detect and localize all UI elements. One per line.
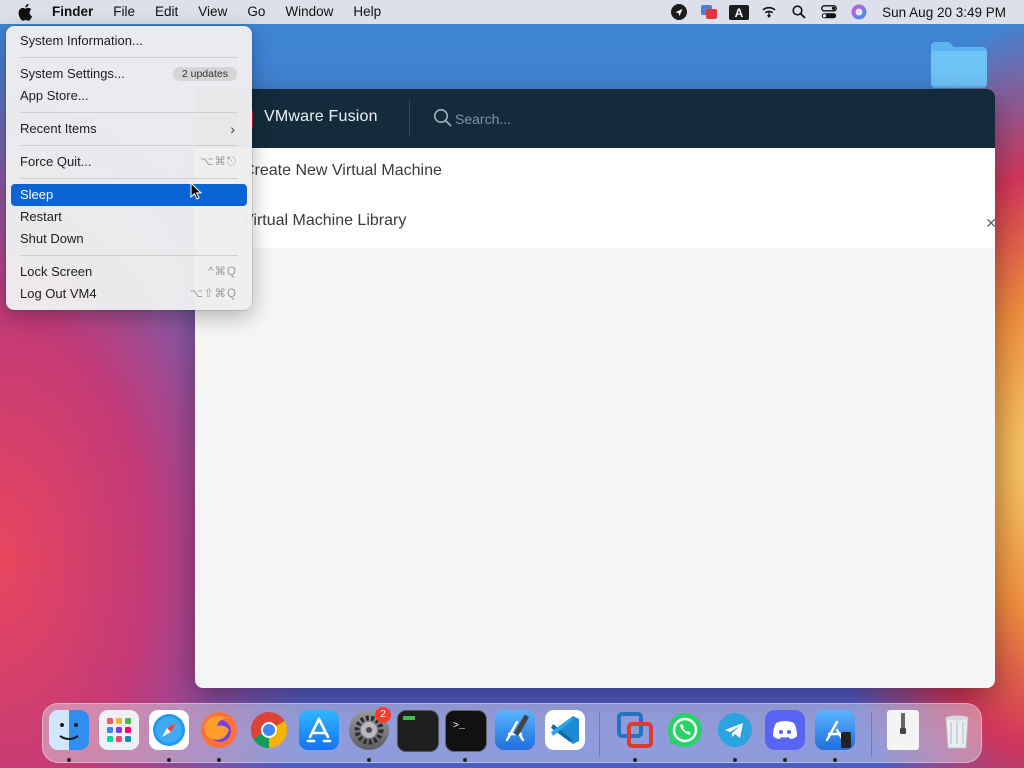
running-indicator (733, 758, 737, 762)
dock-separator (871, 712, 872, 756)
dock-simulator-icon[interactable] (815, 710, 855, 750)
menu-item-restart[interactable]: Restart (11, 206, 247, 228)
menu-window[interactable]: Window (275, 0, 343, 24)
siri-icon[interactable] (844, 0, 874, 24)
dock-vmware-fusion-icon[interactable] (615, 710, 655, 750)
svg-text:>_: >_ (453, 721, 466, 732)
create-new-vm-item[interactable]: Create New Virtual Machine (243, 157, 442, 185)
dock-whatsapp-icon[interactable] (665, 710, 705, 750)
svg-text:A: A (735, 6, 744, 20)
menubar-clock[interactable]: Sun Aug 20 3:49 PM (874, 5, 1024, 20)
lock-screen-shortcut: ^⌘Q (208, 266, 237, 278)
dock-telegram-icon[interactable] (715, 710, 755, 750)
apple-menu-icon[interactable] (0, 0, 52, 24)
menu-item-shut-down[interactable]: Shut Down (11, 228, 247, 250)
menu-item-system-settings[interactable]: System Settings... 2 updates (11, 63, 247, 85)
menu-separator (20, 178, 238, 179)
updates-badge: 2 updates (172, 67, 237, 81)
menu-item-label: Force Quit... (20, 154, 92, 169)
menu-item-label: System Information... (20, 33, 143, 48)
close-icon[interactable]: ✕ (985, 215, 995, 232)
vmware-title: VMware Fusion (264, 108, 378, 125)
chevron-right-icon: › (230, 121, 235, 137)
vm-library-item[interactable]: Virtual Machine Library (243, 207, 406, 235)
dock-safari-icon[interactable] (149, 710, 189, 750)
running-indicator (633, 758, 637, 762)
vm-search-input[interactable] (453, 107, 737, 131)
dock-app-store-icon[interactable] (299, 710, 339, 750)
menu-item-app-store[interactable]: App Store... (11, 85, 247, 107)
menu-item-label: Restart (20, 209, 62, 224)
running-indicator (367, 758, 371, 762)
spotlight-search-icon[interactable] (784, 0, 814, 24)
dock-vscode-icon[interactable] (545, 710, 585, 750)
menu-item-log-out[interactable]: Log Out VM4 ⌥⇧⌘Q (11, 283, 247, 305)
mouse-cursor-icon (190, 181, 203, 203)
header-divider (409, 100, 410, 136)
running-indicator (783, 758, 787, 762)
menu-item-label: Log Out VM4 (20, 286, 97, 301)
menu-bar: Finder File Edit View Go Window Help A S… (0, 0, 1024, 24)
dock-separator (599, 712, 600, 756)
dock: 2 >_ (42, 703, 982, 763)
running-indicator (833, 758, 837, 762)
running-indicator (167, 758, 171, 762)
menu-help[interactable]: Help (343, 0, 391, 24)
menu-item-system-information[interactable]: System Information... (11, 30, 247, 52)
menu-view[interactable]: View (188, 0, 237, 24)
menu-go[interactable]: Go (237, 0, 275, 24)
menu-separator (20, 255, 238, 256)
dock-trash-icon[interactable] (937, 710, 977, 750)
menu-item-lock-screen[interactable]: Lock Screen ^⌘Q (11, 261, 247, 283)
menu-item-label: Lock Screen (20, 264, 93, 279)
menu-separator (20, 57, 238, 58)
dock-discord-icon[interactable] (765, 710, 805, 750)
menu-edit[interactable]: Edit (145, 0, 188, 24)
dock-xcode-icon[interactable] (495, 710, 535, 750)
control-center-icon[interactable] (814, 0, 844, 24)
vm-action-list: Create New Virtual Machine Virtual Machi… (195, 148, 995, 248)
menu-item-label: Sleep (20, 187, 54, 202)
running-indicator (67, 758, 71, 762)
dock-firefox-icon[interactable] (199, 710, 239, 750)
wifi-icon[interactable] (754, 0, 784, 24)
menu-item-label: Recent Items (20, 121, 97, 136)
dock-chrome-icon[interactable] (249, 710, 289, 750)
desktop-folder-icon[interactable] (929, 40, 989, 88)
menu-item-force-quit[interactable]: Force Quit... ⌥⌘⎋ (11, 151, 247, 173)
menu-separator (20, 112, 238, 113)
menu-file[interactable]: File (103, 0, 145, 24)
navigation-icon[interactable] (664, 0, 694, 24)
menu-separator (20, 145, 238, 146)
dock-console-icon[interactable] (397, 710, 439, 752)
apple-menu-dropdown: System Information... System Settings...… (6, 26, 252, 310)
dock-archive-icon[interactable] (887, 710, 919, 750)
menu-item-label: System Settings... (20, 66, 125, 81)
vmware-fusion-window: VMware Fusion Create New Virtual Machine… (195, 89, 995, 688)
running-indicator (217, 758, 221, 762)
menu-item-recent-items[interactable]: Recent Items › (11, 118, 247, 140)
dock-terminal-icon[interactable]: >_ (445, 710, 487, 752)
dock-finder-icon[interactable] (49, 710, 89, 750)
input-source-a-icon[interactable]: A (724, 0, 754, 24)
notification-badge: 2 (375, 707, 391, 723)
force-quit-shortcut: ⌥⌘⎋ (200, 156, 237, 168)
menu-item-sleep[interactable]: Sleep (11, 184, 247, 206)
menu-item-label: Shut Down (20, 231, 84, 246)
vmware-header: VMware Fusion (195, 89, 995, 148)
log-out-shortcut: ⌥⇧⌘Q (189, 288, 237, 300)
menu-item-label: App Store... (20, 88, 89, 103)
search-icon (433, 108, 453, 128)
screenshot-app-icon[interactable] (694, 0, 724, 24)
dock-launchpad-icon[interactable] (99, 710, 139, 750)
running-indicator (463, 758, 467, 762)
menu-finder[interactable]: Finder (52, 0, 103, 24)
